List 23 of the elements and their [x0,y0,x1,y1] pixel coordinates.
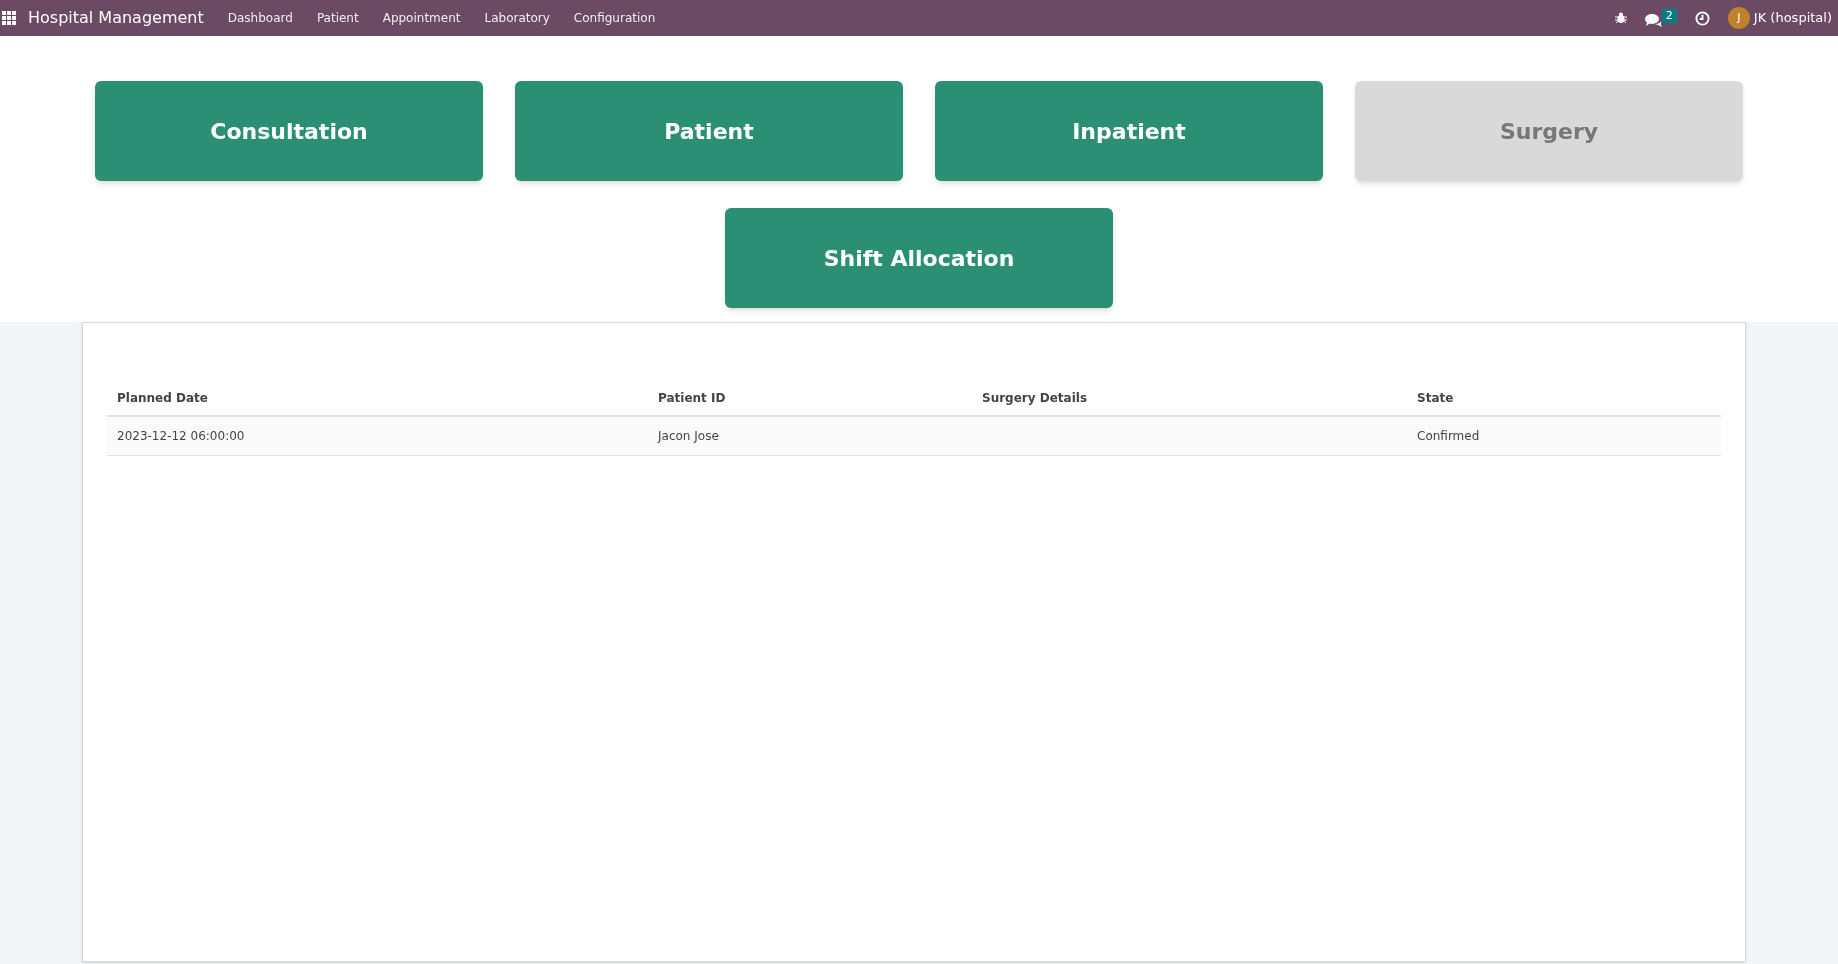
chat-icon[interactable] [1644,13,1662,27]
table-cell: Jacon Jose [648,416,972,456]
app-title[interactable]: Hospital Management [28,6,204,30]
menu-item[interactable]: Dashboard [215,9,305,27]
bug-icon[interactable] [1614,12,1627,24]
menu-item[interactable]: Appointment [370,9,473,27]
menu-item[interactable]: Laboratory [472,9,562,27]
dashboard-tile[interactable]: Inpatient [935,81,1323,181]
column-header[interactable]: Surgery Details [972,381,1407,416]
menu-item[interactable]: Patient [304,9,371,27]
notification-count: 2 [1661,9,1677,23]
table-cell: 2023-12-12 06:00:00 [107,416,648,456]
table-cell: Confirmed [1407,416,1721,456]
user-name[interactable]: JK (hospital) [1753,8,1832,28]
menu-item[interactable]: Configuration [561,9,668,27]
dashboard-tile[interactable]: Consultation [95,81,483,181]
column-header[interactable]: Patient ID [648,381,972,416]
dashboard-tile[interactable]: Patient [515,81,903,181]
column-header[interactable]: State [1407,381,1721,416]
app-menu-icon[interactable] [2,11,16,25]
column-header[interactable]: Planned Date [107,381,648,416]
dashboard-tile[interactable]: Shift Allocation [725,208,1113,308]
clock-icon[interactable] [1694,10,1710,26]
